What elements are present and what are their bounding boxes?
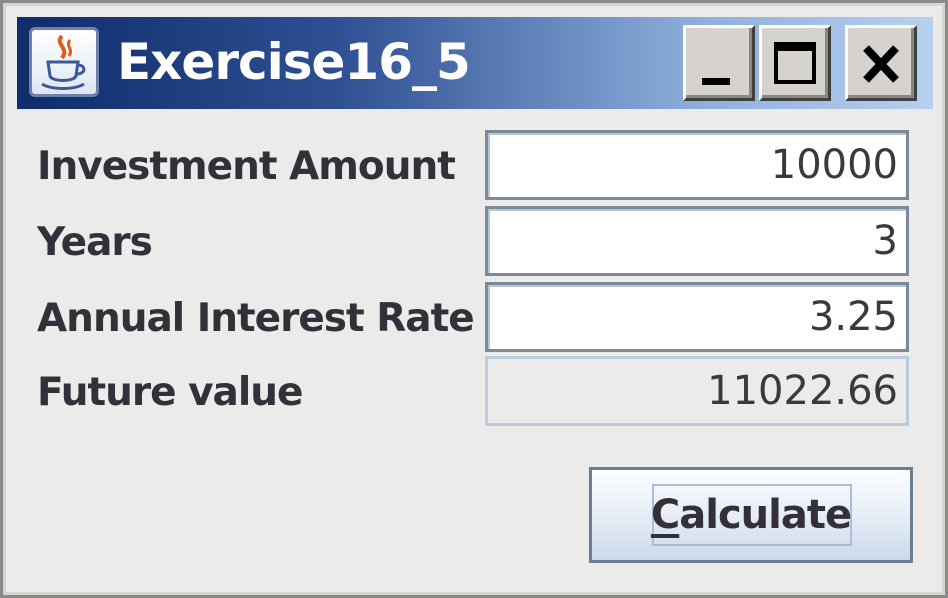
calculate-mnemonic: C bbox=[650, 492, 680, 538]
close-icon bbox=[863, 45, 899, 83]
annual-interest-rate-field[interactable] bbox=[485, 282, 909, 352]
title-bar[interactable]: Exercise16_5 bbox=[17, 17, 933, 109]
calculate-button[interactable]: Calculate bbox=[589, 467, 913, 563]
close-button[interactable] bbox=[845, 25, 917, 101]
java-cup-icon[interactable] bbox=[29, 27, 99, 97]
future-value-field bbox=[485, 356, 909, 426]
calculate-button-label: Calculate bbox=[592, 470, 910, 560]
investment-amount-field[interactable] bbox=[485, 130, 909, 200]
investment-amount-label: Investment Amount bbox=[37, 144, 456, 189]
window-title: Exercise16_5 bbox=[117, 33, 471, 91]
minimize-icon bbox=[702, 78, 730, 85]
minimize-button[interactable] bbox=[683, 25, 755, 101]
calculate-label-rest: alculate bbox=[679, 492, 852, 538]
years-field[interactable] bbox=[485, 206, 909, 276]
years-label: Years bbox=[37, 220, 153, 265]
maximize-icon bbox=[774, 42, 816, 84]
maximize-button[interactable] bbox=[759, 25, 831, 101]
application-window: Exercise16_5 Investment Amount Years Ann… bbox=[0, 0, 948, 598]
annual-interest-rate-label: Annual Interest Rate bbox=[37, 296, 475, 341]
future-value-label: Future value bbox=[37, 370, 303, 415]
